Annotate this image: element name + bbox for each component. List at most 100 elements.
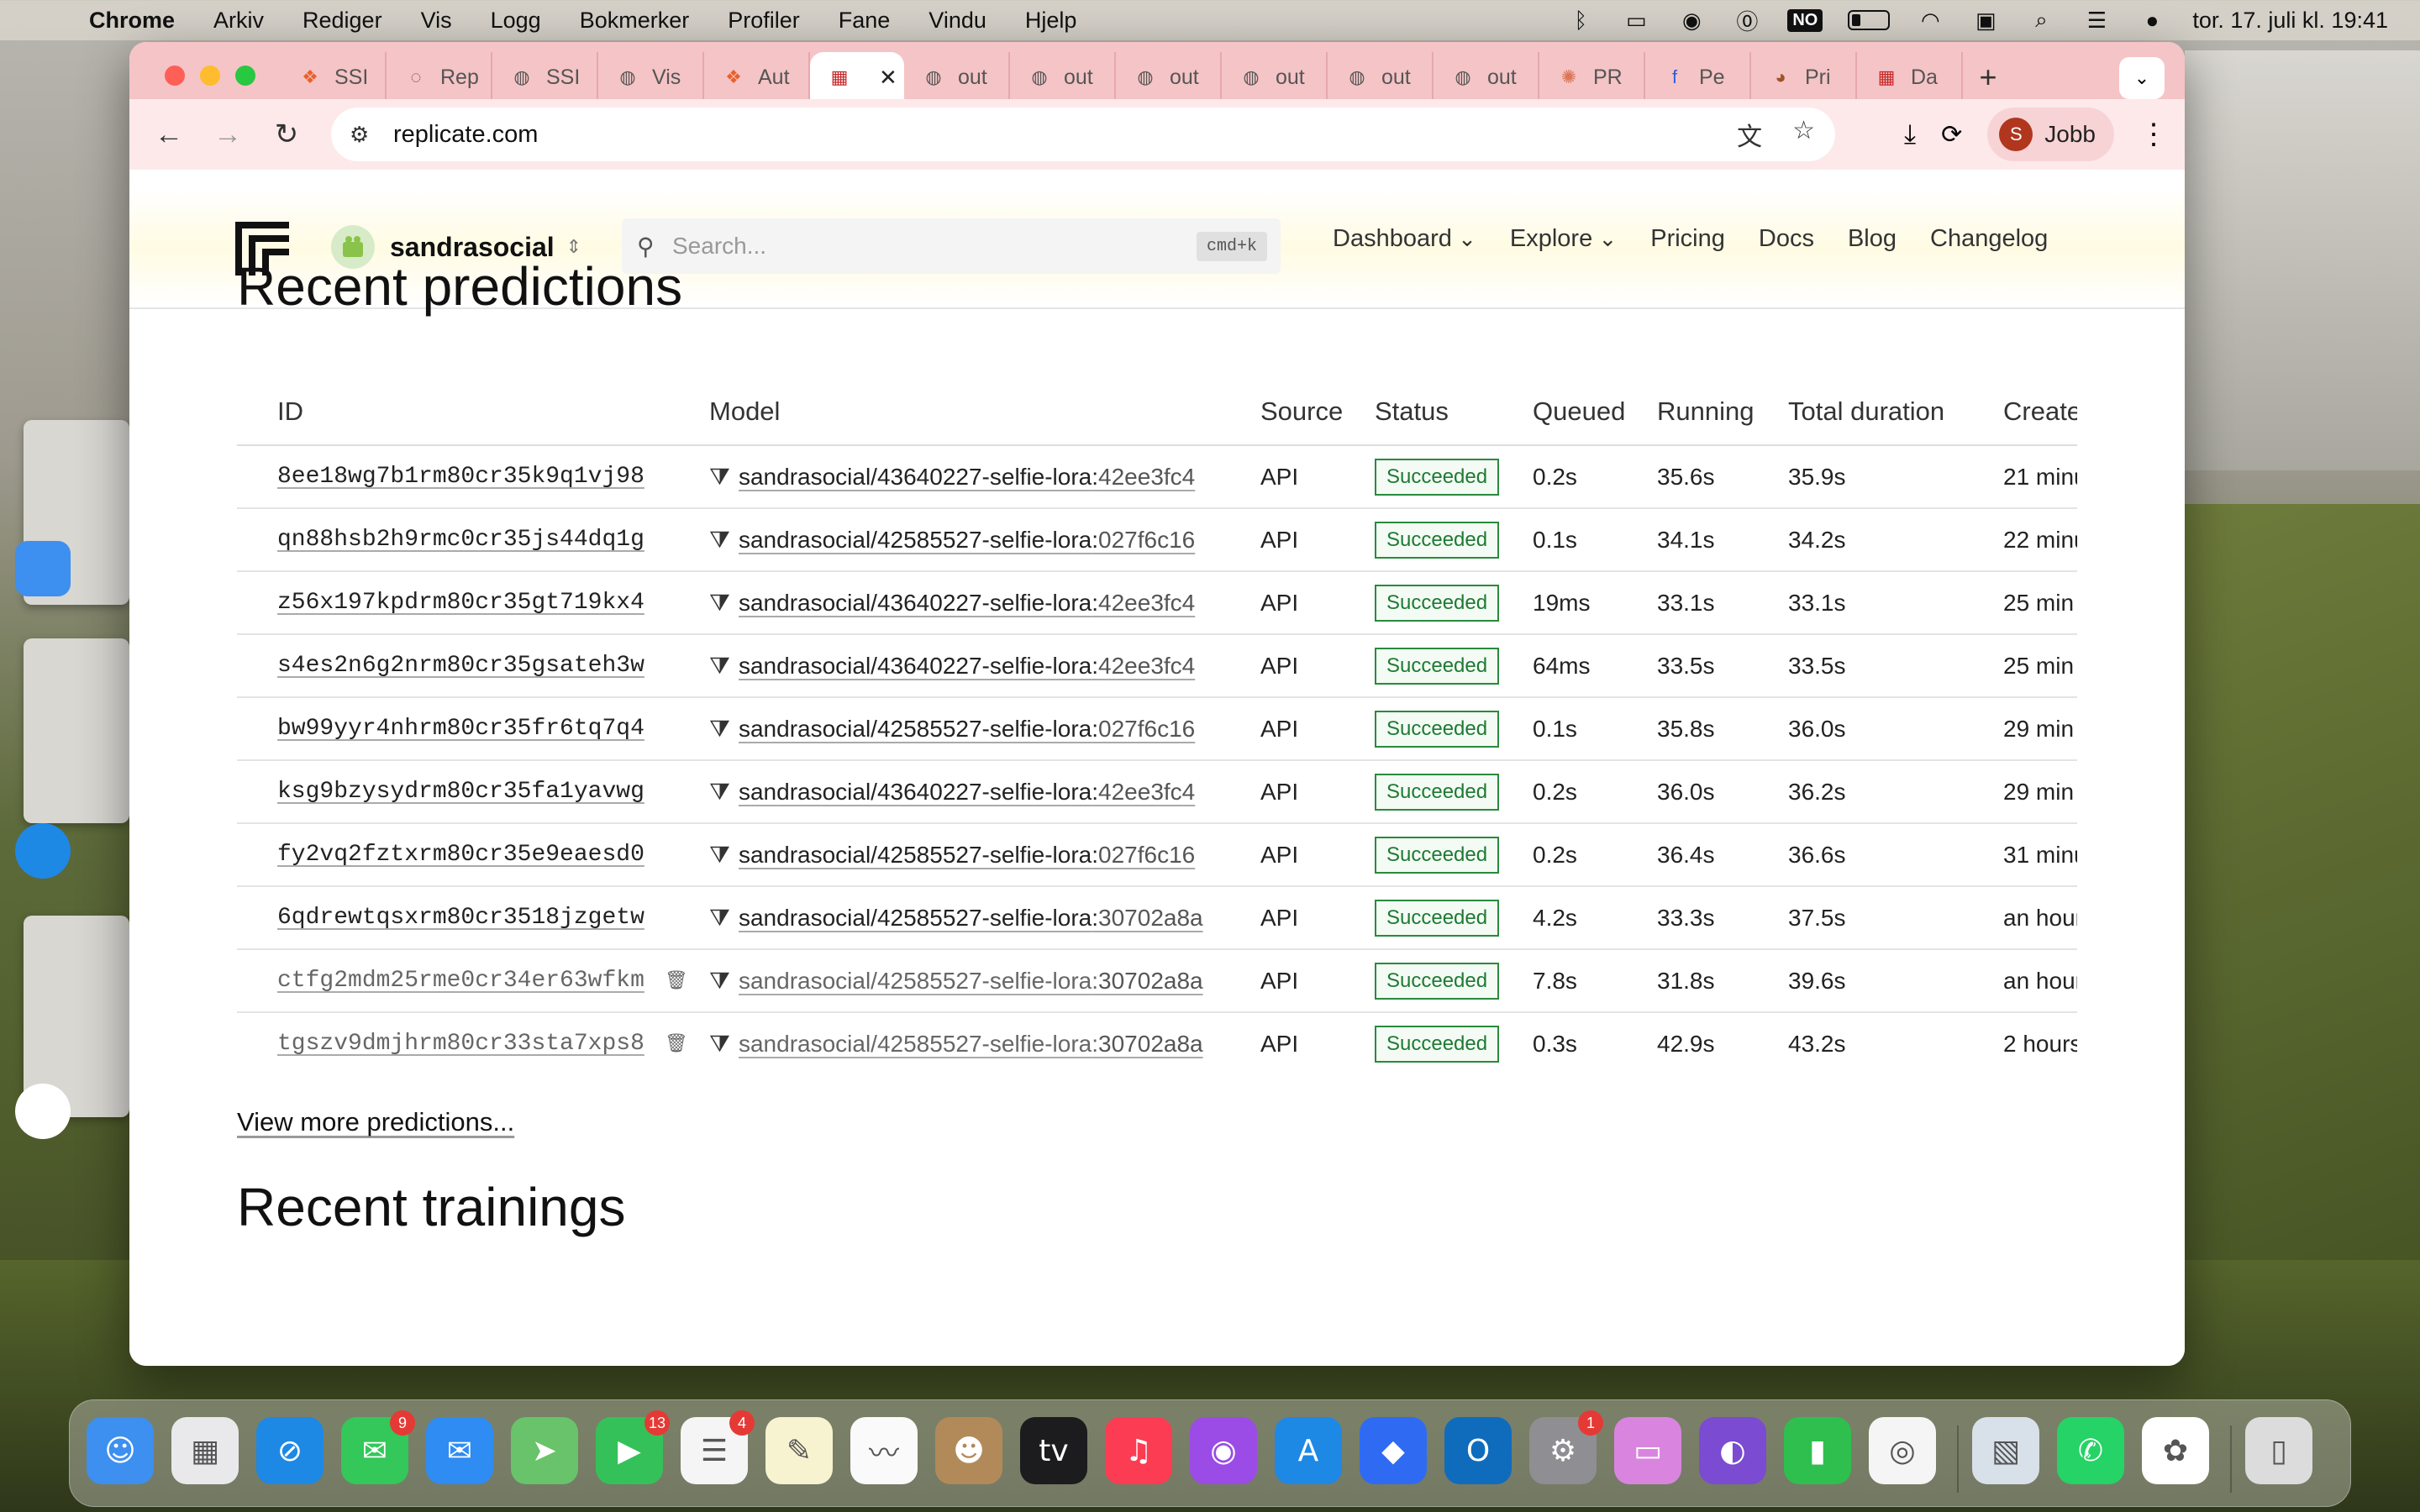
browser-tab[interactable]: ✺ PR (1539, 52, 1645, 102)
model-link[interactable]: sandrasocial/43640227-selfie-lora:42ee3f… (739, 464, 1195, 490)
bluetooth-icon[interactable]: ᛒ (1565, 8, 1596, 33)
wifi-icon[interactable]: ◠ (1915, 8, 1945, 33)
model-link[interactable]: sandrasocial/42585527-selfie-lora:30702a… (739, 1031, 1203, 1057)
dock-numbers-icon[interactable]: ▮ (1784, 1417, 1851, 1484)
model-link[interactable]: sandrasocial/43640227-selfie-lora:42ee3f… (739, 590, 1195, 616)
display-icon[interactable]: ▭ (1621, 8, 1651, 33)
nav-blog[interactable]: Blog (1848, 225, 1897, 253)
filter-icon[interactable]: ⧩ (709, 841, 730, 869)
table-row[interactable]: bw99yyr4nhrm80cr35fr6tq7q4 ⧩ sandrasocial/… (237, 697, 2077, 761)
menu-item[interactable]: Vindu (929, 8, 986, 34)
table-row[interactable]: ctfg2mdm25rme0cr34er63wfkm 🗑 ⧩ sandrasocial… (237, 949, 2077, 1013)
tab-search-button[interactable]: ⌄ (2119, 57, 2165, 99)
dock-freeform-icon[interactable]: 〰 (850, 1417, 918, 1484)
browser-tab[interactable]: f Pe (1645, 52, 1751, 102)
menu-item[interactable]: Bokmerker (580, 8, 690, 34)
battery-icon[interactable] (1848, 10, 1891, 30)
prediction-id-link[interactable]: z56x197kpdrm80cr35gt719kx4 (277, 590, 644, 616)
menu-item[interactable]: Logg (491, 8, 541, 34)
address-bar[interactable]: ⚙ replicate.com 文 ☆ (331, 108, 1835, 161)
translate-icon[interactable]: 文 (1737, 116, 1762, 153)
extension-icon[interactable]: ⟳ (1941, 120, 1962, 150)
filter-icon[interactable]: ⧩ (709, 652, 730, 680)
dock-outlook-icon[interactable]: O (1444, 1417, 1512, 1484)
nav-dashboard[interactable]: Dashboard (1333, 225, 1476, 253)
menu-item[interactable]: Fane (839, 8, 891, 34)
filter-icon[interactable]: ⧩ (709, 904, 730, 932)
dock-reminders-icon[interactable]: ☰ 4 (681, 1410, 755, 1484)
table-row[interactable]: z56x197kpdrm80cr35gt719kx4 ⧩ sandrasocial/… (237, 571, 2077, 635)
dock-keynote-icon[interactable]: ▭ (1614, 1417, 1681, 1484)
table-row[interactable]: s4es2n6g2nrm80cr35gsateh3w ⧩ sandrasocial/… (237, 634, 2077, 698)
prediction-id-link[interactable]: 8ee18wg7b1rm80cr35k9q1vj98 (277, 464, 644, 490)
dock-trash-icon[interactable]: ▯ (2245, 1417, 2312, 1484)
prediction-id-link[interactable]: tgszv9dmjhrm80cr33sta7xps8 (277, 1031, 644, 1057)
table-row[interactable]: qn88hsb2h9rmc0cr35js44dq1g ⧩ sandrasocial/… (237, 508, 2077, 572)
dock-apple-tv-icon[interactable]: tv (1020, 1417, 1087, 1484)
dock-music-icon[interactable]: ♫ (1105, 1417, 1172, 1484)
site-settings-icon[interactable]: ⚙ (350, 122, 378, 148)
filter-icon[interactable]: ⧩ (709, 1030, 730, 1058)
new-tab-button[interactable]: + (1963, 52, 2013, 102)
browser-tab[interactable]: ◍ out (1222, 52, 1328, 102)
browser-tab[interactable]: ◍ out (904, 52, 1010, 102)
finder-stage-icon[interactable] (15, 541, 71, 596)
filter-icon[interactable]: ⧩ (709, 589, 730, 617)
dock-whatsapp-icon[interactable]: ✆ (2057, 1417, 2124, 1484)
model-link[interactable]: sandrasocial/42585527-selfie-lora:30702a… (739, 905, 1203, 931)
dock-chrome-icon[interactable]: ◎ (1869, 1417, 1936, 1484)
browser-tab[interactable]: ◌ Rep (387, 52, 492, 102)
dock-mail-icon[interactable]: ✉ (426, 1417, 493, 1484)
model-link[interactable]: sandrasocial/42585527-selfie-lora:30702a… (739, 968, 1203, 994)
table-row[interactable]: 6qdrewtqsxrm80cr3518jzgetw ⧩ sandrasocial/… (237, 886, 2077, 950)
browser-tab[interactable]: ▦ Da (1857, 52, 1963, 102)
control-center-icon[interactable]: ☰ (2081, 8, 2112, 33)
browser-tab[interactable]: ◍ out (1010, 52, 1116, 102)
prediction-id-link[interactable]: qn88hsb2h9rmc0cr35js44dq1g (277, 527, 644, 553)
prediction-id-link[interactable]: fy2vq2fztxrm80cr35e9eaesd0 (277, 842, 644, 868)
menu-item[interactable]: Hjelp (1025, 8, 1077, 34)
browser-tab[interactable]: ◍ SSI (492, 52, 598, 102)
browser-tab[interactable]: ◕ Pri (1751, 52, 1857, 102)
prediction-id-link[interactable]: ctfg2mdm25rme0cr34er63wfkm (277, 968, 644, 994)
table-row[interactable]: fy2vq2fztxrm80cr35e9eaesd0 ⧩ sandrasocial/… (237, 823, 2077, 887)
accessibility-icon[interactable]: ⓪ (1732, 8, 1762, 34)
browser-tab[interactable]: ❖ Aut (704, 52, 810, 102)
model-link[interactable]: sandrasocial/42585527-selfie-lora:027f6c… (739, 716, 1195, 742)
browser-tab[interactable]: ◍ out (1116, 52, 1222, 102)
dock-preview-icon[interactable]: ▧ (1972, 1417, 2039, 1484)
profile-button[interactable]: S Jobb (1987, 108, 2114, 161)
chrome-menu-icon[interactable]: ⋮ (2139, 118, 2168, 151)
dock-maps-icon[interactable]: ➤ (511, 1417, 578, 1484)
dock-finder-icon[interactable]: ☺ (87, 1417, 154, 1484)
model-link[interactable]: sandrasocial/43640227-selfie-lora:42ee3f… (739, 653, 1195, 679)
table-row[interactable]: 8ee18wg7b1rm80cr35k9q1vj98 ⧩ sandrasocial/… (237, 445, 2077, 509)
spotlight-search-icon[interactable]: ⌕ (2026, 7, 2056, 32)
model-link[interactable]: sandrasocial/42585527-selfie-lora:027f6c… (739, 527, 1195, 553)
menu-item[interactable]: Arkiv (213, 8, 264, 34)
nav-explore[interactable]: Explore (1510, 225, 1617, 253)
dock-notes-icon[interactable]: ✎ (765, 1417, 833, 1484)
dock-contacts-icon[interactable]: ☻ (935, 1417, 1002, 1484)
nav-changelog[interactable]: Changelog (1930, 225, 2048, 253)
menu-bar-clock[interactable]: tor. 17. juli kl. 19:41 (2192, 8, 2388, 34)
model-link[interactable]: sandrasocial/42585527-selfie-lora:027f6c… (739, 842, 1195, 868)
menu-item[interactable]: Rediger (302, 8, 382, 34)
bookmark-star-icon[interactable]: ☆ (1792, 116, 1815, 153)
prediction-id-link[interactable]: 6qdrewtqsxrm80cr3518jzgetw (277, 905, 644, 931)
site-search[interactable]: ⚲ Search... cmd+k (622, 218, 1281, 274)
model-link[interactable]: sandrasocial/43640227-selfie-lora:42ee3f… (739, 779, 1195, 805)
dock-system-settings-icon[interactable]: ⚙ 1 (1529, 1410, 1603, 1484)
dock-messages-icon[interactable]: ✉ 9 (341, 1410, 415, 1484)
filter-icon[interactable]: ⧩ (709, 778, 730, 806)
browser-tab[interactable]: ◍ Vis (598, 52, 704, 102)
dock-safari-icon[interactable]: ⊘ (256, 1417, 324, 1484)
downloads-icon[interactable]: ⤓ (1904, 118, 1916, 150)
dock-github-desktop-icon[interactable]: ◐ (1699, 1417, 1766, 1484)
menu-item[interactable]: Profiler (728, 8, 800, 34)
browser-tab[interactable]: ❖ SSI (281, 52, 387, 102)
menu-item[interactable]: Vis (421, 8, 452, 34)
nav-pricing[interactable]: Pricing (1650, 225, 1725, 253)
close-tab-icon[interactable]: ✕ (879, 65, 897, 91)
safari-stage-icon[interactable] (15, 823, 71, 879)
